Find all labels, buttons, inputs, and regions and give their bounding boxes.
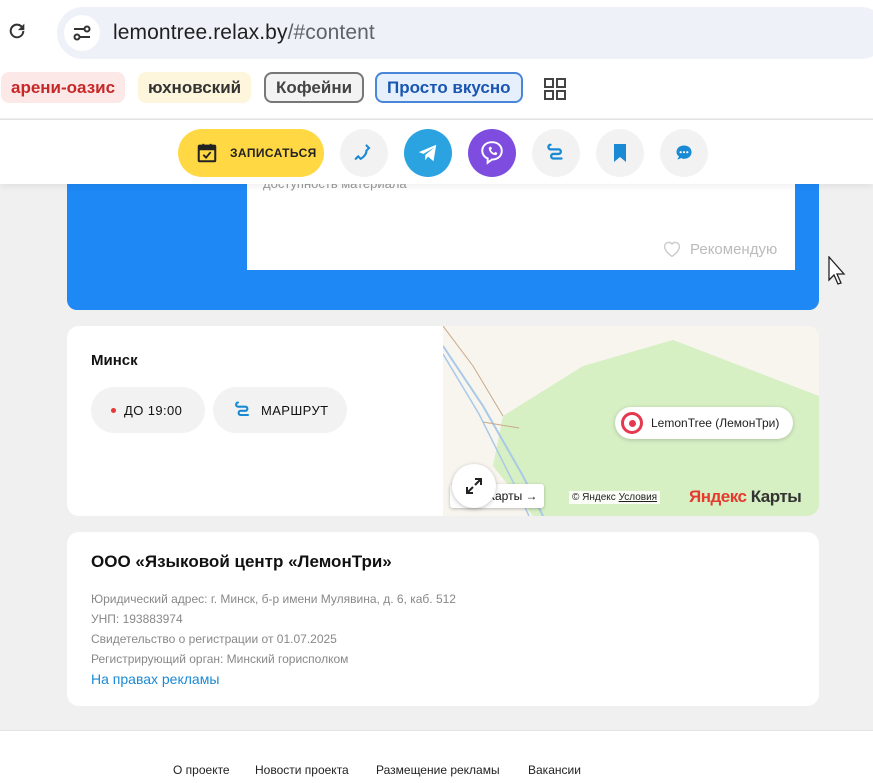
address-bar[interactable]: lemontree.relax.by/#content [57, 7, 873, 59]
location-card: Минск ДО 19:00 МАРШРУТ LemonTree (ЛемонТ… [67, 326, 819, 516]
recommend-label: Рекомендую [690, 240, 778, 258]
viber-icon [481, 141, 503, 165]
company-card: ООО «Языковой центр «ЛемонТри» Юридическ… [67, 532, 819, 706]
expand-map-button[interactable] [452, 464, 496, 508]
url-path: /#content [287, 21, 375, 44]
yandex-map[interactable]: LemonTree (ЛемонТри) Карты → © Яндекс Ус… [443, 326, 819, 516]
map-copyright: © Яндекс Условия [569, 491, 661, 504]
bookmarks-bar: арени-оазис юхновский Кофейни Просто вку… [0, 72, 873, 104]
bookmark-prosto-vkusno[interactable]: Просто вкусно [375, 72, 523, 103]
chat-icon [676, 145, 692, 160]
route-button[interactable] [532, 129, 580, 177]
bookmark-button[interactable] [596, 129, 644, 177]
map-marker[interactable]: LemonTree (ЛемонТри) [615, 407, 794, 439]
bookmark-icon [614, 144, 626, 162]
footer-link-vacancies[interactable]: Вакансии [528, 763, 581, 777]
hours-label: ДО 19:00 [124, 402, 183, 418]
logo-part-1: Яндекс [689, 487, 747, 506]
apps-grid-icon[interactable] [543, 77, 567, 101]
map-terms-link[interactable]: Условия [619, 492, 658, 503]
phone-icon [354, 144, 371, 161]
route-icon [547, 143, 563, 160]
advertising-link[interactable]: На правах рекламы [91, 671, 219, 687]
company-unp: УНП: 193883974 [91, 612, 183, 626]
recommend-button[interactable]: Рекомендую [662, 240, 777, 258]
yandex-maps-logo: Яндекс Карты [689, 487, 802, 507]
footer-link-news[interactable]: Новости проекта [255, 763, 349, 777]
url-host: lemontree.relax.by [113, 21, 288, 44]
bookmark-kofeyni[interactable]: Кофейни [264, 72, 365, 103]
phone-button[interactable] [340, 129, 388, 177]
bookmark-yukhnovsky[interactable]: юхновский [138, 72, 252, 103]
route-label: МАРШРУТ [261, 402, 329, 418]
map-marker-label: LemonTree (ЛемонТри) [651, 416, 780, 430]
company-name: ООО «Языковой центр «ЛемонТри» [91, 552, 392, 571]
calendar-check-icon [197, 143, 217, 163]
heart-icon [663, 241, 681, 258]
company-registration: Свидетельство о регистрации от 01.07.202… [91, 632, 337, 646]
site-settings-icon[interactable] [64, 15, 100, 51]
map-copyright-text: © Яндекс [572, 492, 616, 503]
footer: О проекте Новости проекта Размещение рек… [0, 730, 873, 783]
bookmark-areni-oazis[interactable]: арени-оазис [1, 72, 126, 103]
city-label: Минск [91, 352, 138, 369]
hours-button[interactable]: ДО 19:00 [91, 387, 205, 433]
status-dot [111, 407, 116, 413]
expand-icon [466, 478, 482, 494]
book-button-label: ЗАПИСАТЬСЯ [230, 146, 317, 160]
browser-toolbar: lemontree.relax.by/#content арени-оазис … [0, 0, 873, 118]
logo-part-2: Карты [750, 487, 802, 506]
route-icon [235, 401, 250, 417]
telegram-button[interactable] [404, 129, 452, 177]
url-text[interactable]: lemontree.relax.by/#content [113, 21, 375, 45]
mouse-cursor-icon [828, 256, 846, 285]
book-button[interactable]: ЗАПИСАТЬСЯ [178, 129, 324, 177]
route-pill-button[interactable]: МАРШРУТ [213, 387, 347, 433]
company-address: Юридический адрес: г. Минск, б-р имени М… [91, 592, 456, 606]
map-pin-icon [621, 412, 643, 434]
viber-button[interactable] [468, 129, 516, 177]
footer-link-about[interactable]: О проекте [173, 763, 230, 777]
action-bar: ЗАПИСАТЬСЯ [0, 119, 873, 184]
telegram-icon [418, 144, 437, 162]
footer-link-advertising[interactable]: Размещение рекламы [376, 763, 500, 777]
company-registrar: Регистрирующий орган: Минский горисполко… [91, 652, 349, 666]
reload-icon[interactable] [6, 20, 28, 42]
chat-button[interactable] [660, 129, 708, 177]
